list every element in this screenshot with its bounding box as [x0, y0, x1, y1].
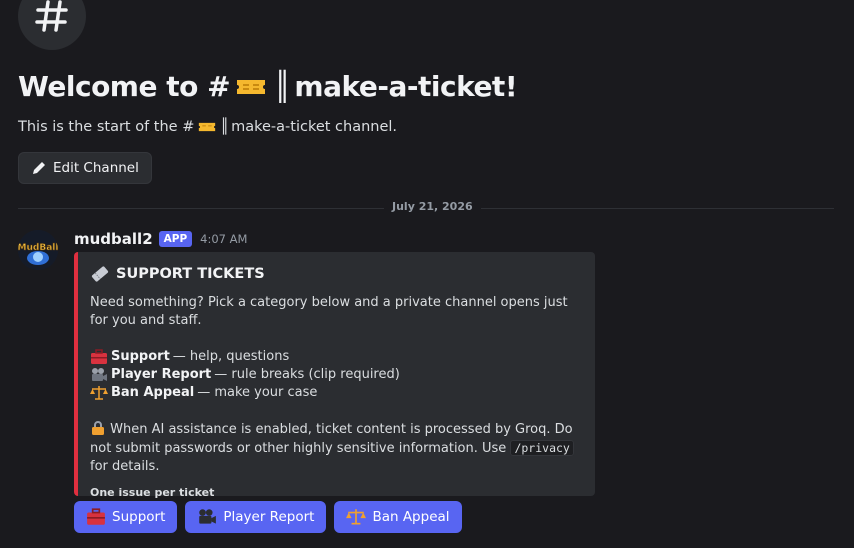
- category-desc: — help, questions: [172, 349, 290, 364]
- scales-icon: [346, 509, 367, 525]
- ban-appeal-button-label: Ban Appeal: [372, 509, 450, 525]
- support-button[interactable]: Support: [74, 501, 178, 533]
- avatar[interactable]: MudBall: [18, 230, 58, 270]
- notice-text: When AI assistance is enabled, ticket co…: [90, 422, 573, 456]
- player-report-button[interactable]: Player Report: [185, 501, 327, 533]
- toolbox-icon: [91, 349, 107, 364]
- app-badge: APP: [158, 231, 193, 247]
- category-desc: — rule breaks (clip required): [214, 367, 400, 382]
- category-name: Ban Appeal: [111, 385, 195, 400]
- message-header: mudball2 APP 4:07 AM: [74, 230, 247, 248]
- welcome-prefix: Welcome to #: [18, 70, 231, 103]
- channel-divider-glyph: ║: [274, 70, 291, 103]
- embed-footer: One issue per ticket: [90, 486, 215, 499]
- player-report-button-label: Player Report: [223, 509, 315, 525]
- privacy-command[interactable]: /privacy: [510, 440, 574, 456]
- movie-camera-icon: [92, 368, 107, 381]
- username[interactable]: mudball2: [74, 230, 153, 248]
- hash-icon: [35, 0, 68, 32]
- date-divider-label: July 21, 2026: [384, 200, 481, 213]
- edit-channel-button[interactable]: Edit Channel: [18, 152, 152, 184]
- channel-name: make-a-ticket!: [294, 70, 518, 103]
- ban-appeal-button[interactable]: Ban Appeal: [334, 501, 462, 533]
- category-desc: — make your case: [197, 385, 318, 400]
- category-name: Player Report: [111, 367, 212, 382]
- embed-title: SUPPORT TICKETS: [90, 264, 581, 284]
- message-timestamp[interactable]: 4:07 AM: [200, 232, 247, 246]
- channel-hash-avatar: [18, 0, 86, 50]
- toolbox-icon: [87, 508, 105, 525]
- edit-channel-label: Edit Channel: [53, 160, 139, 176]
- ticket-icon: [237, 79, 266, 94]
- welcome-heading: Welcome to # ║ make-a-ticket!: [18, 70, 518, 103]
- ticket-icon: [199, 122, 216, 132]
- category-ban-appeal: Ban Appeal — make your case: [90, 384, 581, 402]
- movie-camera-icon: [199, 509, 217, 524]
- support-button-label: Support: [112, 509, 166, 525]
- channel-start-text: This is the start of the # ║ make-a-tick…: [18, 119, 397, 135]
- pencil-icon: [33, 162, 45, 174]
- scales-icon: [90, 386, 108, 400]
- category-player-report: Player Report — rule breaks (clip requir…: [90, 366, 581, 384]
- action-row: Support Player Report Ban Appeal: [74, 501, 462, 533]
- embed-intro: Need something? Pick a category below an…: [90, 295, 568, 328]
- lock-icon: [92, 421, 104, 435]
- notice-text-end: for details.: [90, 459, 160, 474]
- category-support: Support — help, questions: [90, 348, 581, 366]
- support-embed: SUPPORT TICKETS Need something? Pick a c…: [74, 252, 595, 499]
- mudball-logo-icon: MudBall: [18, 230, 58, 270]
- embed-title-text: SUPPORT TICKETS: [116, 266, 265, 282]
- category-name: Support: [111, 349, 170, 364]
- start-prefix: This is the start of the #: [18, 119, 195, 135]
- avatar-text: MudBall: [18, 243, 58, 253]
- privacy-notice: When AI assistance is enabled, ticket co…: [90, 420, 581, 476]
- start-suffix: make-a-ticket channel.: [231, 119, 398, 135]
- ticket-tag-icon: [91, 266, 109, 282]
- channel-divider-glyph: ║: [220, 119, 230, 135]
